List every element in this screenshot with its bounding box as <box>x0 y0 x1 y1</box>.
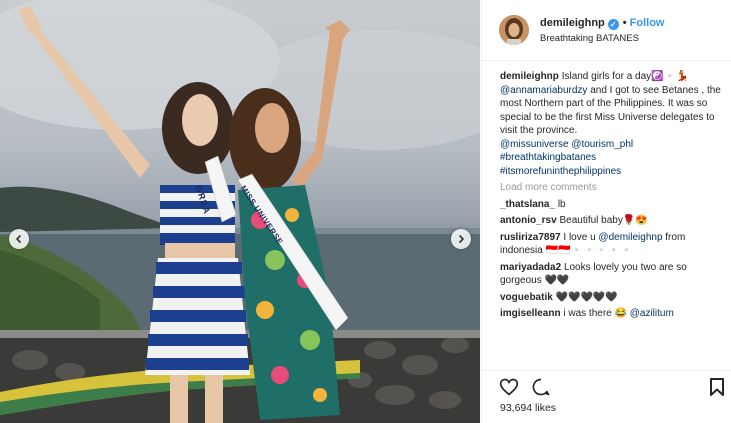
comment-item: _thatslana_ lb <box>500 198 726 212</box>
post-photo[interactable]: GREA MISS UNIVERSE <box>0 0 480 423</box>
header-user-line: demileighnp ✓ • Follow <box>540 17 664 30</box>
comment-item: antonio_rsv Beautiful baby🌹😍 <box>500 214 726 228</box>
load-more-comments-button[interactable]: Load more comments <box>500 181 726 195</box>
caption-mention[interactable]: @annamariaburdzy <box>500 85 587 96</box>
comment-username[interactable]: voguebatik <box>500 292 553 303</box>
photo-scene <box>0 0 480 423</box>
location-link[interactable]: Breathtaking BATANES <box>540 33 639 44</box>
comment-username[interactable]: antonio_rsv <box>500 215 557 226</box>
comment-text: Beautiful baby🌹😍 <box>559 215 648 226</box>
comment-item: rusliriza7897 I love u @demileighnp from… <box>500 231 726 258</box>
heart-icon <box>499 378 519 396</box>
likes-count[interactable]: 93,694 likes <box>500 402 556 414</box>
bookmark-icon <box>710 378 724 396</box>
comment-mention[interactable]: @azilitum <box>630 308 674 319</box>
avatar-image <box>499 15 529 45</box>
avatar[interactable] <box>499 15 529 45</box>
chevron-right-icon <box>458 234 465 244</box>
chevron-left-icon <box>15 234 22 244</box>
post-actions <box>482 370 731 401</box>
caption-username[interactable]: demileighnp <box>500 71 559 82</box>
caption-tag[interactable]: #breathtakingbatanes <box>500 152 596 163</box>
comment-text: 🖤🖤🖤🖤🖤 <box>555 291 618 303</box>
comment-button[interactable] <box>531 377 551 397</box>
username-link[interactable]: demileighnp <box>540 17 605 29</box>
comment-mention[interactable]: @demileighnp <box>598 232 662 243</box>
comment-item: imgiselleann i was there 😂 @azilitum <box>500 307 726 321</box>
caption-tag[interactable]: @missuniverse <box>500 139 569 150</box>
post-sidebar: demileighnp ✓ • Follow Breathtaking BATANES… <box>481 0 731 423</box>
follow-button[interactable]: Follow <box>630 17 665 29</box>
separator-dot: • <box>622 17 627 29</box>
like-button[interactable] <box>499 377 519 397</box>
comments-section: demileighnp Island girls for a day☯️▫️💃 … <box>500 70 726 324</box>
comment-text: i was there 😂 <box>563 308 630 319</box>
caption-tag[interactable]: @tourism_phl <box>571 139 633 150</box>
save-button[interactable] <box>709 377 729 397</box>
caption-tag[interactable]: #itsmorefuninthephilippines <box>500 166 621 177</box>
carousel-next-button[interactable] <box>451 229 471 249</box>
comment-icon <box>532 378 550 396</box>
comment-username[interactable]: imgiselleann <box>500 308 561 319</box>
comment-text: lb <box>557 198 566 210</box>
comment-username[interactable]: _thatslana_ <box>500 199 555 210</box>
post-header: demileighnp ✓ • Follow Breathtaking BATANES <box>482 0 731 61</box>
comment-username[interactable]: mariyadada2 <box>500 262 561 273</box>
carousel-prev-button[interactable] <box>9 229 29 249</box>
comment-username[interactable]: rusliriza7897 <box>500 232 561 243</box>
comment-item: mariyadada2 Looks lovely you two are so … <box>500 261 726 288</box>
comment-text: I love u <box>563 231 599 243</box>
caption: demileighnp Island girls for a day☯️▫️💃 … <box>500 70 726 178</box>
comment-item: voguebatik 🖤🖤🖤🖤🖤 <box>500 291 726 305</box>
caption-text: Island girls for a day☯️▫️💃 <box>561 71 689 82</box>
verified-badge-icon: ✓ <box>607 19 619 30</box>
